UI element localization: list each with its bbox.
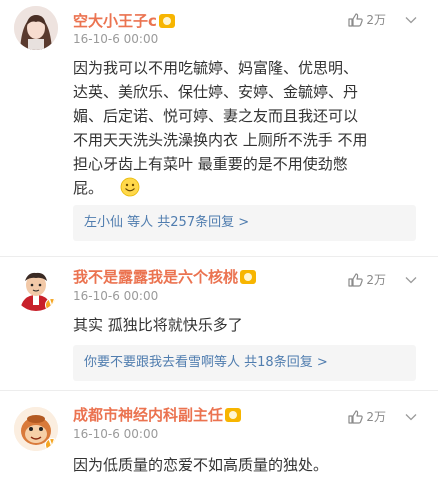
- reply-user-link[interactable]: 左小仙: [84, 215, 123, 230]
- comment-text: 因为我可以不用吃毓婷、妈富隆、优思明、 达英、美欣乐、保仕婷、安婷、金毓婷、丹 …: [73, 56, 398, 200]
- reply-count-link[interactable]: 共257条回复 >: [157, 215, 249, 230]
- verified-badge-icon: V: [45, 438, 58, 451]
- comment-line: 担心牙齿上有菜叶 最重要的是不用使劲憋: [73, 155, 348, 173]
- comment-time: 16-10-6 00:00: [73, 427, 159, 441]
- comment-line: 达英、美欣乐、保仕婷、安婷、金毓婷、丹: [73, 83, 359, 101]
- like-button[interactable]: 2万: [347, 11, 386, 28]
- comment-3: V 成都市神经内科副主任 16-10-6 00:00 2万 因为低质量的恋爱不如…: [0, 391, 438, 480]
- comment-text: 其实 孤独比将就快乐多了: [73, 313, 398, 337]
- username[interactable]: 空大小王子c: [73, 10, 175, 31]
- comment-line: 屁。: [73, 176, 398, 200]
- comment-time: 16-10-6 00:00: [73, 32, 159, 46]
- like-count: 2万: [366, 273, 386, 287]
- comment-line: 其实 孤独比将就快乐多了: [73, 316, 243, 334]
- vip-badge-icon: [158, 13, 175, 28]
- comment-line: 不用天天洗头洗澡换内衣 上厕所不洗手 不用: [73, 131, 368, 149]
- avatar-girl-image: [14, 6, 58, 50]
- username[interactable]: 我不是露露我是六个核桃: [73, 266, 257, 287]
- chevron-down-icon: [405, 17, 417, 24]
- reply-tail: 等人: [123, 215, 158, 230]
- like-button[interactable]: 2万: [347, 271, 386, 288]
- more-button[interactable]: [404, 272, 418, 286]
- comment-time: 16-10-6 00:00: [73, 289, 159, 303]
- reply-user-link[interactable]: 你要不要跟我去看雪啊: [84, 355, 214, 370]
- like-count: 2万: [366, 13, 386, 27]
- comment-line: 媚、后定诺、悦可婷、妻之友而且我还可以: [73, 107, 359, 125]
- comment-text: 因为低质量的恋爱不如高质量的独处。: [73, 453, 398, 477]
- more-button[interactable]: [404, 409, 418, 423]
- comment-line: 因为我可以不用吃毓婷、妈富隆、优思明、: [73, 59, 359, 77]
- vip-badge-icon: [225, 407, 242, 422]
- thumbs-up-icon: [348, 272, 364, 287]
- avatar[interactable]: V: [14, 407, 58, 451]
- more-button[interactable]: [404, 12, 418, 26]
- avatar[interactable]: [14, 6, 58, 50]
- comment-2: V 我不是露露我是六个核桃 16-10-6 00:00 2万 其实 孤独比将就快…: [0, 257, 438, 391]
- like-button[interactable]: 2万: [347, 408, 386, 425]
- comment-1: 空大小王子c 16-10-6 00:00 2万 因为我可以不用吃毓婷、妈富隆、优…: [0, 0, 438, 257]
- reply-count-link[interactable]: 共18条回复 >: [244, 355, 328, 370]
- comment-line: 因为低质量的恋爱不如高质量的独处。: [73, 456, 329, 474]
- like-count: 2万: [366, 410, 386, 424]
- vip-badge-icon: [240, 269, 257, 284]
- chevron-down-icon: [405, 414, 417, 421]
- smile-emoji-icon: [120, 177, 140, 197]
- username[interactable]: 成都市神经内科副主任: [73, 404, 242, 425]
- thumbs-up-icon: [348, 12, 364, 27]
- reply-tail: 等人: [214, 355, 245, 370]
- thumbs-up-icon: [348, 409, 364, 424]
- verified-badge-icon: V: [45, 298, 58, 311]
- reply-summary[interactable]: 左小仙 等人 共257条回复 >: [73, 205, 416, 241]
- reply-summary[interactable]: 你要不要跟我去看雪啊等人 共18条回复 >: [73, 345, 416, 381]
- avatar[interactable]: V: [14, 267, 58, 311]
- chevron-down-icon: [405, 277, 417, 284]
